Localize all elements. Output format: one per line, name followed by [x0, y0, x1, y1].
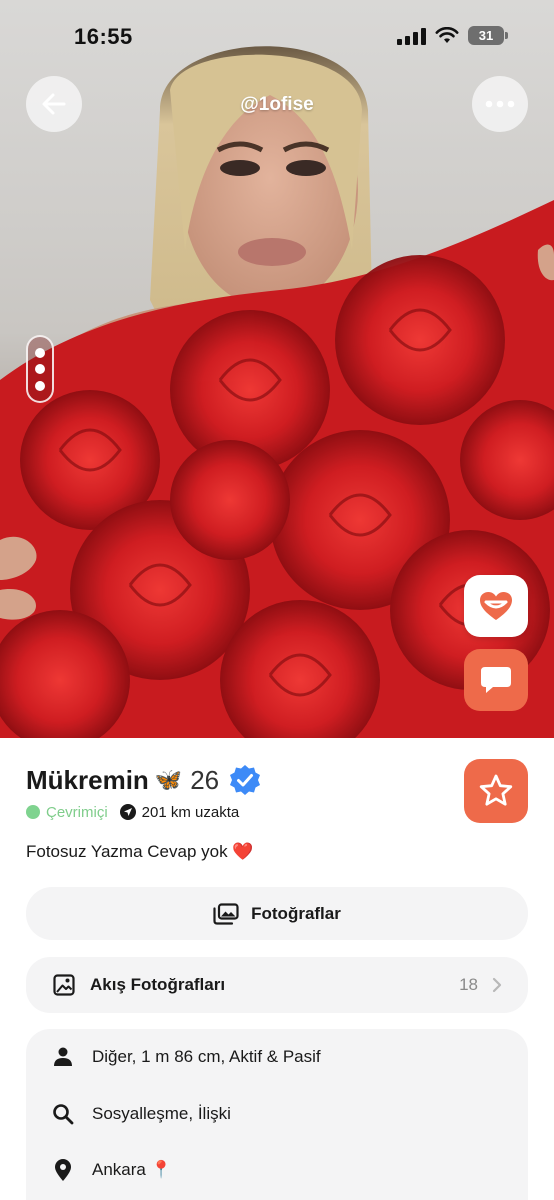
location-arrow-icon: [119, 804, 136, 820]
like-button[interactable]: [464, 575, 528, 637]
favorite-button[interactable]: [464, 759, 528, 823]
online-status: Çevrimiçi: [46, 803, 108, 821]
info-details-text: Diğer, 1 m 86 cm, Aktif & Pasif: [92, 1047, 321, 1066]
info-location-text: Ankara 📍: [92, 1160, 172, 1179]
info-card: Diğer, 1 m 86 cm, Aktif & Pasif Sosyalle…: [26, 1029, 528, 1200]
location-pin-icon: [55, 1159, 71, 1181]
name-emoji: 🦋: [154, 767, 183, 792]
star-icon: [479, 774, 513, 806]
status-icons: 31: [397, 26, 508, 45]
profile-header: Mükremin 🦋 26 Çevrimiçi 201 km uzakta: [26, 762, 466, 824]
page-dot-3: [35, 380, 45, 391]
feed-photos-icon: [53, 974, 75, 996]
status-time: 16:55: [74, 24, 133, 49]
online-status-dot: [26, 805, 40, 819]
chat-button[interactable]: [464, 649, 528, 711]
more-options-button[interactable]: [472, 76, 528, 132]
page-dot-2: [35, 364, 45, 374]
info-location: Ankara 📍: [52, 1156, 172, 1184]
photos-button[interactable]: Fotoğraflar: [26, 887, 528, 940]
name-row: Mükremin 🦋 26: [26, 762, 466, 798]
verified-badge-icon: [230, 765, 261, 795]
photos-icon: [213, 902, 239, 925]
profile-name: Mükremin: [26, 764, 149, 795]
wifi-icon: [435, 26, 459, 43]
status-bar: 16:55 31: [0, 0, 554, 74]
profile-age: 26: [190, 764, 220, 795]
profile-photo[interactable]: 16:55 31 @1ofise: [0, 0, 554, 738]
photo-page-indicator[interactable]: [26, 335, 54, 403]
more-dots-icon: [485, 100, 515, 108]
chat-bubble-icon: [481, 667, 511, 693]
person-icon: [54, 1047, 72, 1066]
info-details: Diğer, 1 m 86 cm, Aktif & Pasif: [52, 1043, 321, 1071]
photos-button-label: Fotoğraflar: [251, 903, 341, 923]
feed-photos-row[interactable]: Akış Fotoğrafları 18: [26, 957, 528, 1013]
page-dot-1: [35, 347, 45, 358]
profile-username: @1ofise: [240, 94, 314, 115]
heart-smile-icon: [480, 592, 512, 620]
battery-icon: 31: [468, 26, 508, 45]
info-looking-for: Sosyalleşme, İlişki: [52, 1100, 231, 1128]
feed-photos-count: 18: [459, 975, 478, 994]
meta-row: Çevrimiçi 201 km uzakta: [26, 800, 466, 824]
feed-photos-label: Akış Fotoğrafları: [90, 975, 226, 994]
profile-bio: Fotosuz Yazma Cevap yok ❤️: [26, 842, 254, 861]
info-looking-for-text: Sosyalleşme, İlişki: [92, 1104, 231, 1123]
battery-level: 31: [478, 28, 494, 43]
signal-icon: [397, 27, 426, 45]
distance: 201 km uzakta: [141, 803, 240, 821]
chevron-right-icon: [492, 977, 502, 993]
search-icon: [53, 1104, 74, 1125]
